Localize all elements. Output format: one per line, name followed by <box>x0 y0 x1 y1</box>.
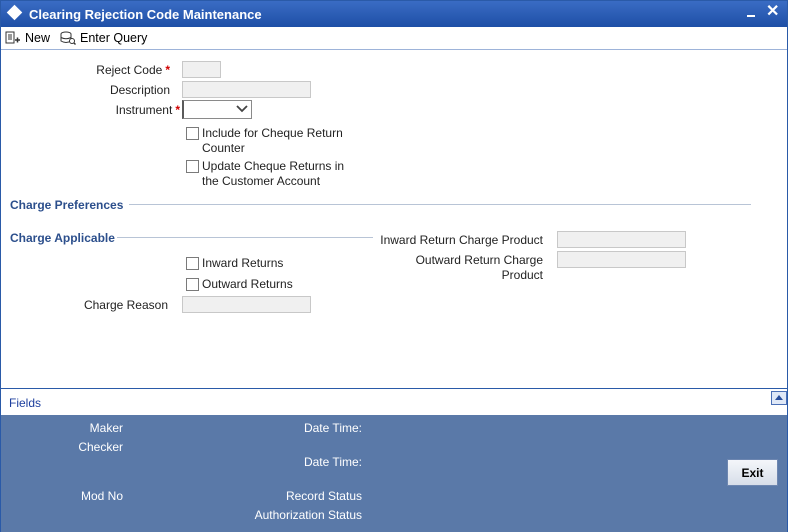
inward-return-charge-product-input[interactable] <box>557 231 686 248</box>
collapse-up-icon[interactable] <box>771 391 787 405</box>
close-icon[interactable]: ✕ <box>766 3 779 21</box>
new-button-label: New <box>25 31 51 45</box>
description-input[interactable] <box>182 81 311 98</box>
authorization-status-label: Authorization Status <box>254 508 362 522</box>
charge-preferences-divider <box>129 204 751 205</box>
title-bar: Clearing Rejection Code Maintenance ✕ <box>1 1 787 27</box>
checker-label: Checker <box>78 440 123 454</box>
inward-returns-checkbox[interactable] <box>186 257 199 270</box>
toolbar: New Enter Query <box>1 27 787 49</box>
fields-link[interactable]: Fields <box>9 396 41 410</box>
enter-query-icon <box>60 31 76 45</box>
charge-applicable-divider <box>117 237 373 238</box>
audit-footer: Maker Checker Date Time: Date Time: Mod … <box>1 415 787 532</box>
maintenance-window: Clearing Rejection Code Maintenance ✕ Ne… <box>0 0 788 532</box>
instrument-select[interactable] <box>182 100 252 119</box>
description-label: Description <box>109 83 170 97</box>
toolbar-divider <box>1 49 787 50</box>
outward-return-charge-product-label: Outward Return Charge Product <box>415 253 543 282</box>
reject-code-input[interactable] <box>182 61 221 78</box>
checker-date-time-label: Date Time: <box>303 455 362 469</box>
include-cheque-return-checkbox[interactable] <box>186 127 199 140</box>
outward-return-charge-product-input[interactable] <box>557 251 686 268</box>
new-document-icon <box>5 31 20 44</box>
instrument-label: Instrument * <box>115 103 180 117</box>
charge-applicable-title: Charge Applicable <box>10 231 115 245</box>
maker-date-time-label: Date Time: <box>303 421 362 435</box>
inward-returns-label: Inward Returns <box>202 256 284 270</box>
fields-bar: Fields <box>1 388 787 415</box>
inward-return-charge-product-label: Inward Return Charge Product <box>380 233 543 247</box>
enter-query-button[interactable]: Enter Query <box>60 29 147 47</box>
reject-code-label: Reject Code * <box>96 63 170 77</box>
outward-returns-checkbox[interactable] <box>186 278 199 291</box>
outward-returns-label: Outward Returns <box>202 277 293 291</box>
exit-button[interactable]: Exit <box>727 459 778 486</box>
record-status-label: Record Status <box>285 489 362 503</box>
charge-reason-input[interactable] <box>182 296 311 313</box>
minimize-icon[interactable] <box>746 5 758 21</box>
charge-preferences-title: Charge Preferences <box>10 198 124 212</box>
enter-query-button-label: Enter Query <box>80 31 148 45</box>
mod-no-label: Mod No <box>80 489 123 503</box>
update-cheque-returns-checkbox[interactable] <box>186 160 199 173</box>
window-title: Clearing Rejection Code Maintenance <box>29 7 262 22</box>
charge-reason-label: Charge Reason <box>83 298 168 312</box>
chevron-down-icon <box>236 105 248 113</box>
new-button[interactable]: New <box>5 29 50 47</box>
include-cheque-return-label: Include for Cheque Return Counter <box>202 126 343 155</box>
maker-label: Maker <box>89 421 123 435</box>
update-cheque-returns-label: Update Cheque Returns in the Customer Ac… <box>202 159 345 188</box>
window-diamond-icon <box>6 4 23 21</box>
